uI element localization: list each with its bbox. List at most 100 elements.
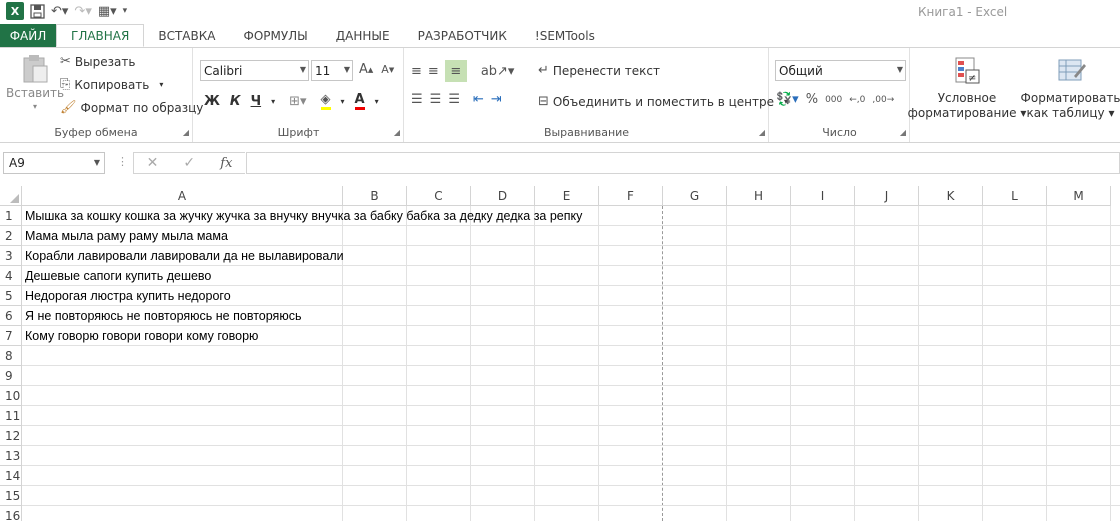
row-header[interactable]: 16 <box>0 506 22 521</box>
fill-color-icon[interactable]: ◈ <box>320 92 331 110</box>
tab-home[interactable]: ГЛАВНАЯ <box>56 24 145 47</box>
column-header-b[interactable]: B <box>343 186 407 206</box>
row-header[interactable]: 13 <box>0 446 22 466</box>
number-launcher-icon[interactable]: ◢ <box>900 128 906 137</box>
customize-qat-icon[interactable]: ▾ <box>123 2 128 20</box>
row-header[interactable]: 14 <box>0 466 22 486</box>
row-header[interactable]: 1 <box>0 206 22 226</box>
cell-a4[interactable]: Дешевые сапоги купить дешево <box>25 266 211 286</box>
tab-developer[interactable]: РАЗРАБОТЧИК <box>404 24 521 47</box>
column-header-a[interactable]: A <box>22 186 343 206</box>
underline-dropdown-icon[interactable]: ▾ <box>271 97 275 106</box>
merge-center-button[interactable]: ⊟ Объединить и поместить в центре ▾ <box>538 94 788 109</box>
italic-button[interactable]: К <box>230 94 241 109</box>
clipboard-launcher-icon[interactable]: ◢ <box>183 128 189 137</box>
font-color-dropdown-icon[interactable]: ▾ <box>375 97 379 106</box>
column-header-g[interactable]: G <box>663 186 727 206</box>
name-box[interactable]: A9 ▼ <box>3 152 105 174</box>
tab-file[interactable]: ФАЙЛ <box>0 24 56 47</box>
form-icon[interactable]: ▦▾ <box>98 2 117 20</box>
bold-button[interactable]: Ж <box>204 94 220 109</box>
conditional-formatting-label-2-text: форматирование <box>907 106 1017 120</box>
row-header[interactable]: 6 <box>0 306 22 326</box>
cancel-icon[interactable]: ✕ <box>147 155 159 171</box>
tab-semtools[interactable]: !SEMTools <box>521 24 609 47</box>
grid-line <box>22 465 1120 466</box>
align-left-icon[interactable]: ☰ <box>411 92 423 107</box>
tab-insert[interactable]: ВСТАВКА <box>144 24 229 47</box>
align-center-icon[interactable]: ☰ <box>430 92 442 107</box>
select-all-button[interactable] <box>0 186 22 206</box>
align-top-icon[interactable]: ≡ <box>411 64 422 79</box>
column-header-i[interactable]: I <box>791 186 855 206</box>
column-header-l[interactable]: L <box>983 186 1047 206</box>
tab-formulas[interactable]: ФОРМУЛЫ <box>229 24 321 47</box>
enter-icon[interactable]: ✓ <box>183 155 195 171</box>
column-header-f[interactable]: F <box>599 186 663 206</box>
row-header[interactable]: 8 <box>0 346 22 366</box>
copy-button[interactable]: ⎘ Копировать ▾ <box>60 77 163 92</box>
underline-button[interactable]: Ч <box>251 94 262 109</box>
font-color-icon[interactable]: A <box>354 92 365 110</box>
paste-button[interactable]: Вставить ▾ <box>6 54 64 111</box>
column-header-m[interactable]: M <box>1047 186 1111 206</box>
decrease-font-icon[interactable]: A ▼ <box>381 63 394 76</box>
font-launcher-icon[interactable]: ◢ <box>394 128 400 137</box>
grid-line <box>22 425 1120 426</box>
format-as-table-button[interactable]: Форматировать как таблицу ▾ <box>1021 56 1120 120</box>
increase-indent-icon[interactable]: ⇥ <box>491 92 502 107</box>
column-header-e[interactable]: E <box>535 186 599 206</box>
orientation-icon[interactable]: ab↗▾ <box>481 64 515 79</box>
save-icon[interactable] <box>30 2 45 20</box>
cell-a3[interactable]: Корабли лавировали лавировали да не выла… <box>25 246 344 266</box>
tab-data[interactable]: ДАННЫЕ <box>322 24 404 47</box>
font-name-select[interactable]: Calibri ▼ <box>200 60 309 81</box>
align-right-icon[interactable]: ☰ <box>448 92 460 107</box>
accounting-format-icon[interactable]: 💱▾ <box>776 92 799 107</box>
column-header-h[interactable]: H <box>727 186 791 206</box>
fill-dropdown-icon[interactable]: ▾ <box>341 97 345 106</box>
cell-a2[interactable]: Мама мыла раму раму мыла мама <box>25 226 228 246</box>
row-header[interactable]: 7 <box>0 326 22 346</box>
row-header[interactable]: 15 <box>0 486 22 506</box>
row-header[interactable]: 2 <box>0 226 22 246</box>
increase-decimal-icon[interactable]: ←,0 <box>849 95 865 105</box>
formula-input[interactable] <box>246 152 1120 174</box>
format-painter-button[interactable]: 🖌 Формат по образцу <box>60 100 203 115</box>
undo-icon[interactable]: ↶▾ <box>51 2 68 20</box>
align-middle-icon[interactable]: ≡ <box>428 64 439 79</box>
conditional-formatting-button[interactable]: ≠ Условное форматирование ▾ <box>908 56 1026 120</box>
wrap-text-button[interactable]: ↵ Перенести текст <box>538 63 660 78</box>
column-header-k[interactable]: K <box>919 186 983 206</box>
thousands-button[interactable]: 000 <box>825 95 842 105</box>
align-bottom-icon[interactable]: ≡ <box>444 60 467 82</box>
redo-icon[interactable]: ↷▾ <box>74 2 91 20</box>
cell-a1[interactable]: Мышка за кошку кошка за жучку жучка за в… <box>25 206 582 226</box>
borders-icon[interactable]: ⊞▾ <box>289 94 306 109</box>
insert-function-button[interactable]: fx <box>220 156 232 171</box>
decrease-decimal-icon[interactable]: ,00→ <box>872 95 894 105</box>
percent-button[interactable]: % <box>806 92 818 107</box>
row-header[interactable]: 10 <box>0 386 22 406</box>
cut-button[interactable]: ✂ Вырезать <box>60 54 135 69</box>
copy-dropdown-icon: ▾ <box>159 80 164 89</box>
worksheet-grid[interactable]: A B C D E F G H I J K L M 1 2 3 4 5 6 7 … <box>0 186 1120 521</box>
row-header[interactable]: 12 <box>0 426 22 446</box>
increase-font-icon[interactable]: A ▲ <box>359 62 373 77</box>
row-header[interactable]: 9 <box>0 366 22 386</box>
row-header[interactable]: 11 <box>0 406 22 426</box>
cell-a5[interactable]: Недорогая люстра купить недорого <box>25 286 231 306</box>
column-header-c[interactable]: C <box>407 186 471 206</box>
column-header-d[interactable]: D <box>471 186 535 206</box>
row-header[interactable]: 4 <box>0 266 22 286</box>
formula-bar-grip-icon[interactable]: ⋮ <box>117 155 128 168</box>
cell-a7[interactable]: Кому говорю говори говори кому говорю <box>25 326 258 346</box>
font-size-select[interactable]: 11 ▼ <box>311 60 353 81</box>
column-header-j[interactable]: J <box>855 186 919 206</box>
decrease-indent-icon[interactable]: ⇤ <box>473 92 484 107</box>
alignment-launcher-icon[interactable]: ◢ <box>759 128 765 137</box>
row-header[interactable]: 5 <box>0 286 22 306</box>
number-format-select[interactable]: Общий ▼ <box>775 60 906 81</box>
cell-a6[interactable]: Я не повторяюсь не повторяюсь не повторя… <box>25 306 301 326</box>
row-header[interactable]: 3 <box>0 246 22 266</box>
